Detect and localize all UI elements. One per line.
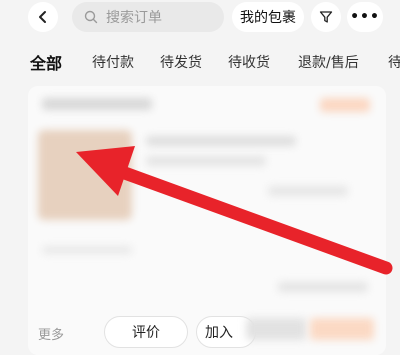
product-price-blurred [268,186,348,196]
more-options-icon: ••• [350,9,380,25]
review-button[interactable]: 评价 [104,316,188,348]
tab-refund-after-sales[interactable]: 退款/售后 [298,52,359,72]
search-placeholder: 搜索订单 [106,10,162,26]
tab-pending-review[interactable]: 待 [388,52,400,72]
search-icon [84,10,98,24]
filter-button[interactable] [311,2,341,32]
primary-action-blurred [310,318,374,340]
order-total-blurred [278,282,368,292]
filter-icon [319,11,333,23]
shop-name-blurred [42,98,152,110]
action-button-blurred [246,318,306,340]
tab-all[interactable]: 全部 [30,50,62,74]
my-packages-button[interactable]: 我的包裹 [232,2,304,32]
add-label: 加入 [205,325,233,341]
chevron-left-icon [39,11,46,23]
review-label: 评价 [132,325,160,341]
product-thumbnail[interactable] [38,130,132,220]
back-button[interactable] [28,2,58,32]
product-spec-blurred [146,156,266,166]
tab-pending-receipt[interactable]: 待收货 [228,52,270,72]
order-status-blurred [320,98,370,112]
order-info-blurred [42,246,132,254]
product-title-blurred [146,136,296,146]
top-bar: 搜索订单 我的包裹 ••• [0,0,400,34]
tab-pending-payment[interactable]: 待付款 [92,52,134,72]
tab-pending-shipment[interactable]: 待发货 [160,52,202,72]
order-card[interactable]: 更多 评价 加入 [28,86,386,355]
order-status-tabs: 全部 待付款 待发货 待收货 退款/售后 待 [0,48,400,78]
more-options-button[interactable]: ••• [347,2,383,32]
search-input[interactable]: 搜索订单 [72,2,224,32]
more-actions-link[interactable]: 更多 [38,324,64,343]
my-packages-label: 我的包裹 [240,10,296,26]
